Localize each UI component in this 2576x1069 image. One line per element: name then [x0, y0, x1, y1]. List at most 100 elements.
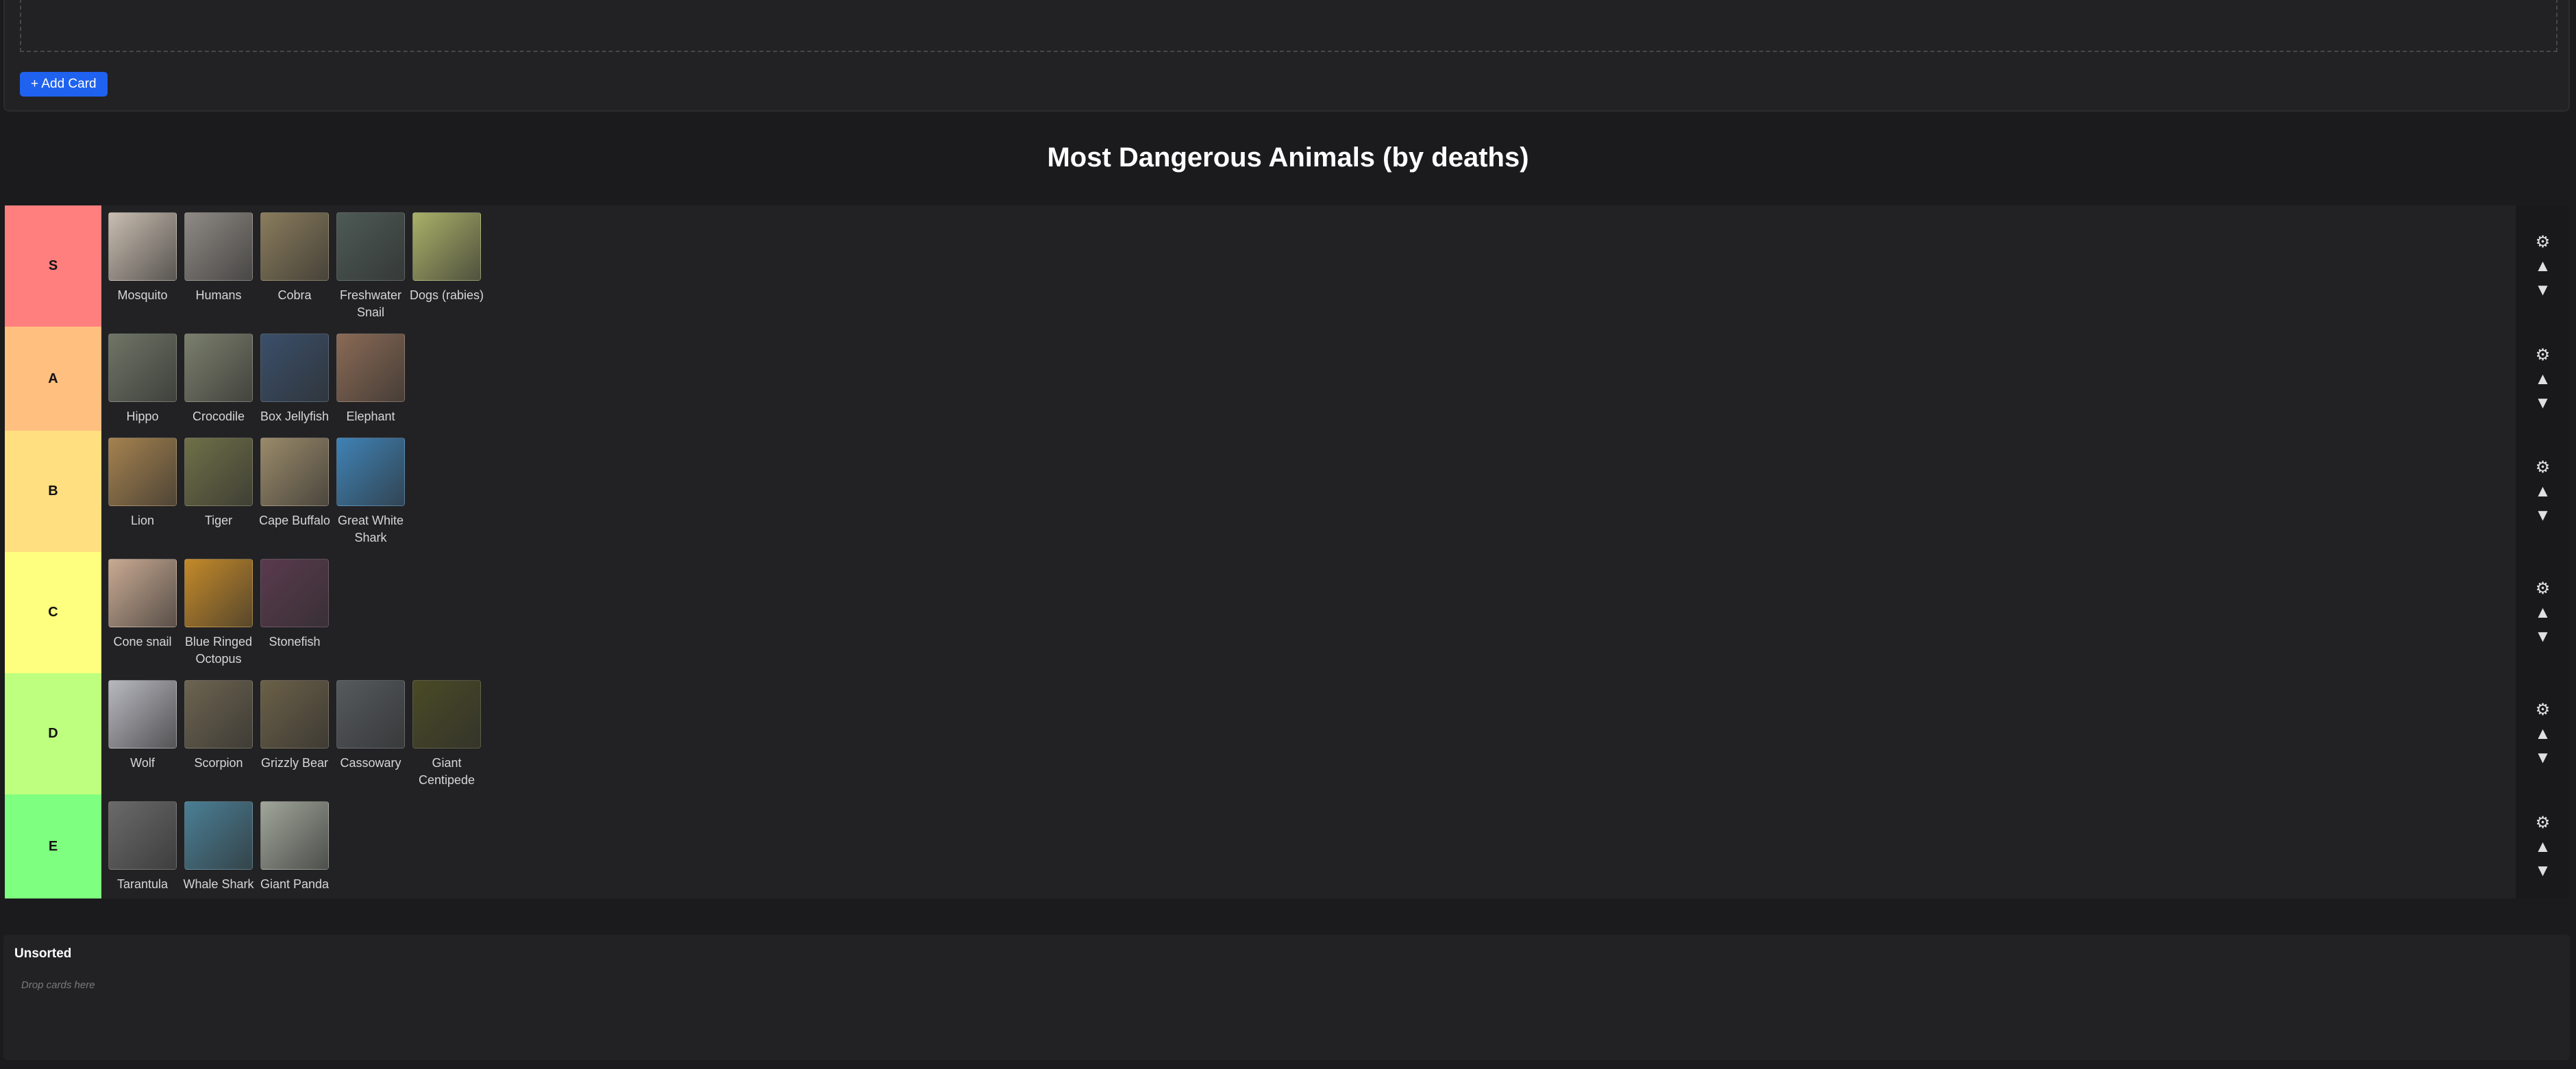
- animal-name: Stonefish: [269, 635, 321, 649]
- animal-card[interactable]: Grizzly Bear: [260, 680, 329, 772]
- animal-name: Hippo: [126, 410, 159, 423]
- page-title: Most Dangerous Animals (by deaths): [1047, 142, 1529, 173]
- animal-image: [260, 680, 329, 749]
- animal-card[interactable]: Mosquito: [108, 212, 177, 304]
- settings-icon[interactable]: ⚙: [2536, 344, 2551, 366]
- move-up-icon[interactable]: ▲: [2535, 368, 2551, 390]
- animal-name: Mosquito: [117, 288, 168, 302]
- card-creator-panel: + Add Card: [3, 0, 2570, 112]
- animal-card[interactable]: Giant Centipede: [412, 680, 481, 789]
- tier-list: S Mosquito Humans Cobra Freshwater Snail Dogs…: [5, 205, 2570, 898]
- tier-controls: ⚙ ▲ ▼: [2516, 205, 2570, 327]
- animal-name: Giant Panda: [260, 877, 330, 891]
- move-down-icon[interactable]: ▼: [2535, 860, 2551, 881]
- animal-card[interactable]: Elephant: [336, 334, 405, 425]
- move-up-icon[interactable]: ▲: [2535, 602, 2551, 623]
- move-up-icon[interactable]: ▲: [2535, 723, 2551, 744]
- animal-card[interactable]: Tiger: [184, 438, 253, 529]
- tier-row: S Mosquito Humans Cobra Freshwater Snail Dogs…: [5, 205, 2570, 327]
- tier-label[interactable]: S: [5, 205, 101, 327]
- settings-icon[interactable]: ⚙: [2536, 231, 2551, 253]
- animal-card[interactable]: Freshwater Snail: [336, 212, 405, 321]
- tier-label[interactable]: E: [5, 794, 101, 898]
- animal-image: [336, 438, 405, 506]
- tier-row: A Hippo Crocodile Box Jellyfish Elephant ⚙ ▲ ▼: [5, 327, 2570, 431]
- move-up-icon[interactable]: ▲: [2535, 255, 2551, 277]
- animal-name: Great White Shark: [337, 514, 404, 544]
- animal-card[interactable]: Cassowary: [336, 680, 405, 772]
- animal-card[interactable]: Cape Buffalo: [259, 438, 330, 529]
- animal-card[interactable]: Hippo: [108, 334, 177, 425]
- animal-name: Giant Centipede: [418, 756, 475, 787]
- tier-label[interactable]: A: [5, 327, 101, 431]
- animal-card[interactable]: Wolf: [108, 680, 177, 772]
- tier-label[interactable]: C: [5, 552, 101, 673]
- animal-image: [108, 801, 177, 870]
- animal-image: [260, 559, 329, 627]
- move-down-icon[interactable]: ▼: [2535, 747, 2551, 768]
- animal-card[interactable]: Tarantula: [108, 801, 177, 893]
- animal-card[interactable]: Humans: [184, 212, 253, 304]
- tier-dropzone[interactable]: Tarantula Whale Shark Giant Panda: [101, 794, 2516, 898]
- animal-image: [108, 334, 177, 402]
- move-down-icon[interactable]: ▼: [2535, 505, 2551, 526]
- unsorted-title: Unsorted: [14, 946, 72, 961]
- unsorted-pool[interactable]: Unsorted Drop cards here: [3, 935, 2570, 1060]
- animal-card[interactable]: Dogs (rabies): [409, 212, 484, 304]
- animal-card[interactable]: Box Jellyfish: [260, 334, 329, 425]
- animal-name: Wolf: [130, 756, 155, 770]
- new-card-dropzone[interactable]: [20, 0, 2558, 52]
- animal-card[interactable]: Giant Panda: [260, 801, 329, 893]
- animal-name: Tarantula: [116, 877, 169, 891]
- move-down-icon[interactable]: ▼: [2535, 626, 2551, 647]
- animal-image: [108, 559, 177, 627]
- tier-row: D Wolf Scorpion Grizzly Bear Cassowary Giant …: [5, 673, 2570, 794]
- animal-card[interactable]: Cone snail: [108, 559, 177, 651]
- animal-image: [412, 680, 481, 749]
- tier-row: B Lion Tiger Cape Buffalo Great White Shark ⚙…: [5, 431, 2570, 552]
- tier-dropzone[interactable]: Wolf Scorpion Grizzly Bear Cassowary Giant C…: [101, 673, 2516, 794]
- tier-dropzone[interactable]: Lion Tiger Cape Buffalo Great White Shark: [101, 431, 2516, 552]
- settings-icon[interactable]: ⚙: [2536, 578, 2551, 599]
- animal-image: [260, 801, 329, 870]
- animal-image: [108, 680, 177, 749]
- drop-hint: Drop cards here: [21, 979, 95, 991]
- animal-card[interactable]: Cobra: [260, 212, 329, 304]
- tier-label[interactable]: B: [5, 431, 101, 552]
- animal-card[interactable]: Great White Shark: [336, 438, 405, 546]
- tier-dropzone[interactable]: Mosquito Humans Cobra Freshwater Snail Dogs …: [101, 205, 2516, 327]
- animal-name: Cape Buffalo: [259, 514, 330, 527]
- animal-image: [184, 559, 253, 627]
- animal-name: Whale Shark: [183, 877, 254, 891]
- move-up-icon[interactable]: ▲: [2535, 481, 2551, 502]
- animal-image: [184, 212, 253, 281]
- animal-image: [260, 438, 329, 506]
- tier-controls: ⚙ ▲ ▼: [2516, 673, 2570, 794]
- settings-icon[interactable]: ⚙: [2536, 812, 2551, 833]
- add-card-button[interactable]: + Add Card: [20, 72, 108, 97]
- tier-label[interactable]: D: [5, 673, 101, 794]
- animal-card[interactable]: Crocodile: [184, 334, 253, 425]
- animal-name: Cobra: [277, 288, 312, 302]
- tier-row: C Cone snail Blue Ringed Octopus Stonefish ⚙…: [5, 552, 2570, 673]
- animal-card[interactable]: Scorpion: [184, 680, 253, 772]
- animal-card[interactable]: Stonefish: [260, 559, 329, 651]
- animal-name: Cassowary: [340, 756, 401, 770]
- animal-name: Cone snail: [113, 635, 172, 649]
- move-down-icon[interactable]: ▼: [2535, 392, 2551, 414]
- animal-image: [108, 212, 177, 281]
- move-up-icon[interactable]: ▲: [2535, 836, 2551, 857]
- animal-card[interactable]: Lion: [108, 438, 177, 529]
- animal-card[interactable]: Whale Shark: [183, 801, 254, 893]
- settings-icon[interactable]: ⚙: [2536, 457, 2551, 478]
- settings-icon[interactable]: ⚙: [2536, 699, 2551, 720]
- tier-dropzone[interactable]: Cone snail Blue Ringed Octopus Stonefish: [101, 552, 2516, 673]
- animal-name: Blue Ringed Octopus: [184, 635, 253, 666]
- animal-card[interactable]: Blue Ringed Octopus: [184, 559, 253, 668]
- tier-dropzone[interactable]: Hippo Crocodile Box Jellyfish Elephant: [101, 327, 2516, 431]
- animal-name: Dogs (rabies): [409, 288, 484, 302]
- animal-name: Tiger: [204, 514, 233, 527]
- animal-image: [412, 212, 481, 281]
- move-down-icon[interactable]: ▼: [2535, 279, 2551, 301]
- tier-controls: ⚙ ▲ ▼: [2516, 552, 2570, 673]
